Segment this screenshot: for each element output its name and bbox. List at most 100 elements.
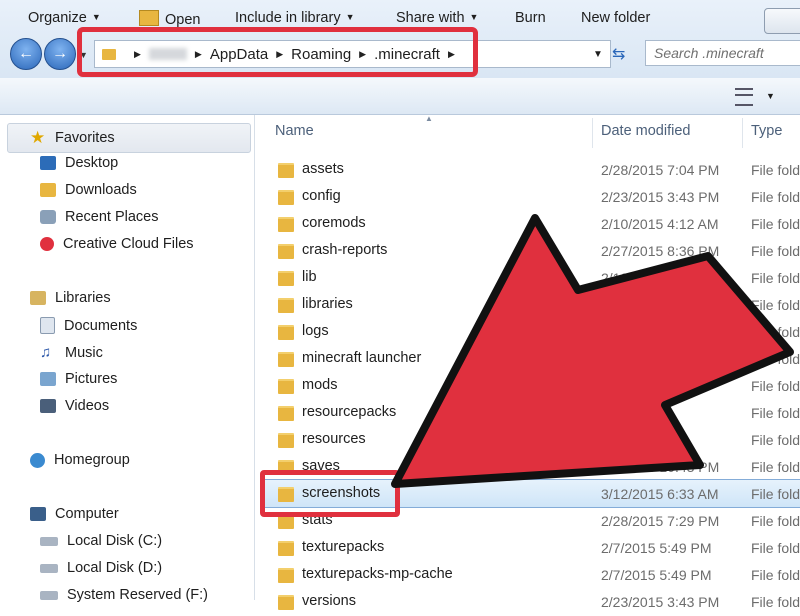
sidebar-item-pictures[interactable]: Pictures [40, 371, 117, 387]
file-row[interactable]: resources AM File fold [270, 427, 800, 454]
refresh-icon[interactable]: ⇆ [612, 44, 625, 64]
new-folder-button[interactable]: New folder [581, 10, 650, 26]
creative-cloud-icon [40, 237, 54, 251]
file-type: File fold [751, 351, 800, 367]
column-divider[interactable] [742, 118, 743, 148]
file-row[interactable]: versions 2/23/2015 3:43 PM File fold [270, 589, 800, 616]
open-label: Open [165, 12, 201, 28]
file-date-modified: 2/23/2015 3:43 PM [601, 189, 720, 205]
star-icon: ★ [30, 128, 46, 147]
folder-icon [278, 595, 294, 610]
back-button[interactable]: ← [10, 38, 42, 70]
file-name: assets [302, 161, 344, 177]
recent-places-icon [40, 210, 56, 224]
videos-icon [40, 399, 56, 413]
sidebar-label: Computer [55, 506, 119, 522]
sidebar-item-local-disk-c[interactable]: Local Disk (C:) [40, 533, 162, 549]
file-name: crash-reports [302, 242, 388, 258]
file-type: File fold [751, 540, 800, 556]
column-header-type[interactable]: Type [751, 123, 782, 139]
view-dropdown-icon[interactable]: ▼ [766, 91, 775, 101]
column-divider[interactable] [592, 118, 593, 148]
disk-icon [40, 536, 58, 546]
documents-icon [40, 317, 55, 334]
forward-button[interactable]: → [44, 38, 76, 70]
file-type: File fold [751, 432, 800, 448]
file-name: resourcepacks [302, 404, 397, 420]
file-name: coremods [302, 215, 366, 231]
share-with-button[interactable]: Share with ▼ [396, 10, 478, 26]
file-type: File fold [751, 162, 800, 178]
file-row[interactable]: libraries File fold [270, 292, 800, 319]
file-row[interactable]: config 2/23/2015 3:43 PM File fold [270, 184, 800, 211]
file-row[interactable]: logs AM File fold [270, 319, 800, 346]
folder-icon [278, 190, 294, 205]
sidebar-item-recent-places[interactable]: Recent Places [40, 209, 159, 225]
file-row[interactable]: coremods 2/10/2015 4:12 AM File fold [270, 211, 800, 238]
search-input[interactable]: Search .minecraft [645, 40, 800, 66]
file-date-modified: 2/10/20 [601, 270, 648, 286]
sidebar-item-favorites[interactable]: ★ Favorites [30, 128, 115, 148]
sidebar-label: Recent Places [65, 209, 159, 225]
chevron-down-icon: ▼ [469, 12, 479, 22]
file-date-modified: 15 2:05 AM [601, 351, 672, 367]
window-control-button[interactable] [764, 8, 800, 34]
sidebar-label: Pictures [65, 371, 118, 387]
chevron-down-icon: ▼ [91, 12, 101, 22]
file-row[interactable]: lib 2/10/20 File fold [270, 265, 800, 292]
organize-button[interactable]: Organize ▼ [28, 10, 101, 26]
forward-arrow-icon: → [52, 45, 68, 62]
homegroup-icon [30, 452, 45, 468]
organize-label: Organize [28, 10, 87, 26]
file-type: File fold [751, 405, 800, 421]
sidebar-item-homegroup[interactable]: Homegroup [30, 452, 130, 468]
folder-icon [278, 298, 294, 313]
file-date-modified: 2/7/2015 5:49 PM [601, 540, 712, 556]
sidebar-item-desktop[interactable]: Desktop [40, 155, 118, 171]
file-date-modified: 3/12/2015 6:33 AM [601, 486, 719, 502]
file-type: File fold [751, 216, 800, 232]
sidebar-item-documents[interactable]: Documents [40, 317, 137, 334]
address-dropdown-icon[interactable]: ▼ [593, 49, 603, 60]
sidebar-label: System Reserved (F:) [67, 587, 208, 603]
file-row[interactable]: minecraft launcher 15 2:05 AM File fold [270, 346, 800, 373]
sidebar-item-local-disk-d[interactable]: Local Disk (D:) [40, 560, 162, 576]
file-row[interactable]: mods 2015 11:29 PM File fold [270, 373, 800, 400]
sidebar-item-creative-cloud[interactable]: Creative Cloud Files [40, 236, 194, 252]
address-annotation-highlight [77, 27, 478, 77]
sidebar-label: Local Disk (D:) [67, 560, 163, 576]
sidebar-item-system-reserved[interactable]: System Reserved (F:) [40, 587, 208, 603]
file-row[interactable]: assets 2/28/2015 7:04 PM File fold [270, 157, 800, 184]
include-in-library-button[interactable]: Include in library ▼ [235, 10, 355, 26]
view-options-icon[interactable] [735, 88, 753, 106]
file-row[interactable]: texturepacks 2/7/2015 5:49 PM File fold [270, 535, 800, 562]
folder-icon [278, 406, 294, 421]
chevron-down-icon: ▼ [345, 12, 355, 22]
file-row[interactable]: crash-reports 2/27/2015 8:36 PM File fold [270, 238, 800, 265]
back-arrow-icon: ← [18, 45, 34, 62]
file-name: resources [302, 431, 366, 447]
file-date-modified: 2/7/2015 5:49 PM [601, 567, 712, 583]
disk-icon [40, 590, 58, 600]
sidebar-item-downloads[interactable]: Downloads [40, 182, 137, 198]
sort-ascending-icon: ▲ [425, 114, 433, 123]
file-name: lib [302, 269, 317, 285]
libraries-icon [30, 291, 46, 305]
sidebar-item-videos[interactable]: Videos [40, 398, 109, 414]
file-type: File fold [751, 324, 800, 340]
sidebar-label: Libraries [55, 290, 111, 306]
folder-icon [278, 163, 294, 178]
file-row[interactable]: texturepacks-mp-cache 2/7/2015 5:49 PM Fil… [270, 562, 800, 589]
sidebar-item-music[interactable]: ♫ Music [40, 344, 103, 361]
sidebar-item-computer[interactable]: Computer [30, 506, 119, 522]
file-type: File fold [751, 513, 800, 529]
file-row[interactable]: resourcepacks 11:21 PM File fold [270, 400, 800, 427]
burn-button[interactable]: Burn [515, 10, 546, 26]
sidebar-item-libraries[interactable]: Libraries [30, 290, 111, 306]
open-button[interactable]: Open [139, 10, 200, 28]
folder-icon [278, 244, 294, 259]
column-header-date-modified[interactable]: Date modified [601, 123, 690, 139]
file-name: versions [302, 593, 356, 609]
sidebar-label: Homegroup [54, 452, 130, 468]
column-header-name[interactable]: Name [275, 123, 314, 139]
